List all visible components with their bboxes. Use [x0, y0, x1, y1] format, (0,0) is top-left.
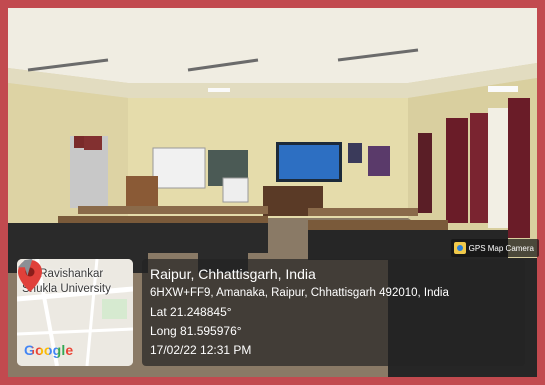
badge-label: GPS Map Camera — [468, 243, 534, 253]
location-address: 6HXW+FF9, Amanaka, Raipur, Chhattisgarh … — [150, 287, 449, 299]
location-datetime: 17/02/22 12:31 PM — [150, 343, 252, 357]
location-longitude: Long 81.595976° — [150, 324, 242, 338]
gps-map-camera-badge: GPS Map Camera — [450, 239, 539, 257]
location-city: Raipur, Chhattisgarh, India — [150, 266, 316, 282]
gps-map-camera-icon — [453, 242, 466, 254]
navigation-icon[interactable] — [17, 259, 35, 277]
google-logo: Google — [24, 342, 73, 358]
location-info-panel: Raipur, Chhattisgarh, India 6HXW+FF9, Am… — [142, 259, 525, 366]
google-logo-text: Google — [24, 342, 74, 358]
location-minimap: Pt. Ravishankar Shukla University Google — [17, 259, 133, 366]
location-latitude: Lat 21.248845° — [150, 305, 232, 319]
